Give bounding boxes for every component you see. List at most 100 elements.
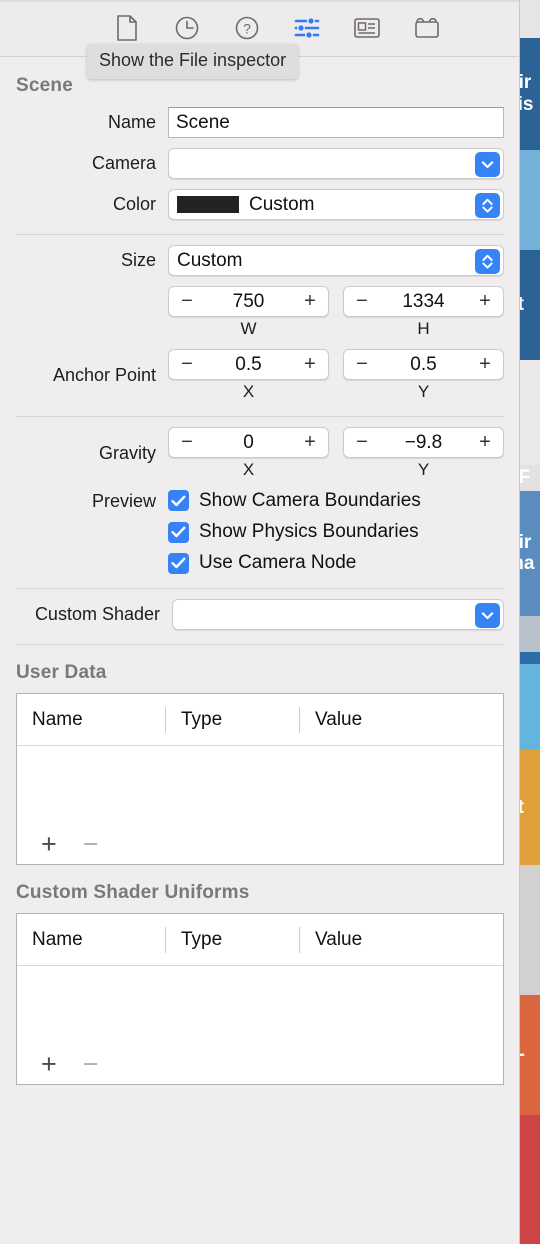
anchor-x-stepper[interactable]: − 0.5 + [168, 349, 329, 380]
decrement-button[interactable]: − [354, 290, 370, 313]
uniforms-table-body [17, 966, 503, 1044]
library-icon[interactable] [414, 15, 440, 41]
custom-shader-label: Custom Shader [34, 604, 160, 624]
anchor-y-stepper[interactable]: − 0.5 + [343, 349, 504, 380]
height-value[interactable]: 1334 [370, 291, 477, 313]
increment-button[interactable]: + [302, 290, 318, 313]
decrement-button[interactable]: − [354, 353, 370, 376]
name-row: Name Scene [16, 107, 504, 138]
identity-inspector-icon[interactable] [354, 15, 380, 41]
history-inspector-icon[interactable] [174, 15, 200, 41]
color-row: Color Custom [16, 189, 504, 220]
chevron-up-down-icon[interactable] [475, 249, 500, 274]
chevron-down-icon[interactable] [475, 603, 500, 628]
height-stepper[interactable]: − 1334 + [343, 286, 504, 317]
column-header-name[interactable]: Name [17, 927, 165, 953]
increment-button[interactable]: + [302, 353, 318, 376]
camera-label: Camera [91, 153, 156, 173]
gravity-y-value[interactable]: −9.8 [370, 432, 477, 454]
size-label: Size [120, 250, 156, 270]
width-stepper[interactable]: − 750 + [168, 286, 329, 317]
custom-shader-row: Custom Shader [16, 599, 504, 630]
checkbox-show-camera-boundaries[interactable] [168, 490, 189, 511]
gravity-x-group: − 0 + X [168, 427, 329, 480]
increment-button[interactable]: + [302, 431, 318, 454]
anchor-x-group: − 0.5 + X [168, 349, 329, 402]
gravity-y-group: − −9.8 + Y [343, 427, 504, 480]
gravity-x-value[interactable]: 0 [195, 432, 302, 454]
name-label: Name [107, 112, 156, 132]
size-fields-row: − 750 + W − 1334 + H [16, 286, 504, 339]
color-popup[interactable]: Custom [168, 189, 504, 220]
attributes-inspector-icon[interactable] [294, 15, 320, 41]
preview-label: Preview [91, 491, 156, 511]
anchor-point-row: Anchor Point − 0.5 + X − 0.5 + Y [16, 349, 504, 402]
gravity-label: Gravity [98, 443, 156, 463]
width-stepper-group: − 750 + W [168, 286, 329, 339]
checkbox-show-physics-boundaries[interactable] [168, 521, 189, 543]
name-input[interactable]: Scene [168, 107, 504, 138]
size-popup[interactable]: Custom [168, 245, 504, 276]
height-stepper-group: − 1334 + H [343, 286, 504, 339]
custom-shader-combobox[interactable] [172, 599, 504, 630]
panel-right-edge [519, 0, 520, 1244]
column-header-type[interactable]: Type [165, 926, 299, 953]
height-axis-label: H [417, 319, 430, 338]
increment-button[interactable]: + [477, 290, 493, 313]
size-value: Custom [177, 249, 243, 271]
preview-row-1: Preview Show Camera Boundaries [16, 489, 504, 512]
custom-shader-uniforms-title: Custom Shader Uniforms [16, 882, 250, 903]
anchor-y-group: − 0.5 + Y [343, 349, 504, 402]
anchor-x-axis-label: X [242, 382, 255, 401]
inspector-panel: ? Show the File inspector Scene Name Sce… [0, 0, 520, 1244]
color-swatch[interactable] [177, 196, 239, 213]
tooltip: Show the File inspector [87, 44, 299, 79]
anchor-y-axis-label: Y [417, 382, 430, 401]
user-data-title: User Data [16, 662, 107, 683]
add-user-data-button[interactable]: + [41, 830, 57, 858]
gravity-x-stepper[interactable]: − 0 + [168, 427, 329, 458]
column-header-value[interactable]: Value [299, 706, 503, 733]
column-header-name[interactable]: Name [17, 707, 165, 733]
checkbox-use-camera-node[interactable] [168, 552, 189, 574]
chevron-up-down-icon[interactable] [475, 193, 500, 218]
decrement-button[interactable]: − [179, 353, 195, 376]
gravity-row: Gravity − 0 + X − −9.8 + Y [16, 427, 504, 480]
chevron-down-icon[interactable] [475, 152, 500, 177]
size-row: Size Custom [16, 245, 504, 276]
width-value[interactable]: 750 [195, 291, 302, 313]
checkbox-label-use-camera-node[interactable]: Use Camera Node [199, 552, 356, 574]
preview-row-3: Use Camera Node [16, 552, 504, 574]
checkbox-label-show-camera-boundaries[interactable]: Show Camera Boundaries [199, 490, 421, 512]
remove-user-data-button[interactable]: − [83, 830, 99, 858]
uniforms-table-footer: + − [17, 1044, 503, 1084]
anchor-y-value[interactable]: 0.5 [370, 354, 477, 376]
checkbox-label-show-physics-boundaries[interactable]: Show Physics Boundaries [199, 521, 419, 543]
decrement-button[interactable]: − [179, 431, 195, 454]
divider [16, 416, 504, 417]
gravity-y-stepper[interactable]: − −9.8 + [343, 427, 504, 458]
help-inspector-icon[interactable]: ? [234, 15, 260, 41]
column-header-value[interactable]: Value [299, 926, 503, 953]
gravity-y-axis-label: Y [417, 460, 430, 479]
decrement-button[interactable]: − [354, 431, 370, 454]
preview-row-2: Show Physics Boundaries [16, 521, 504, 543]
gravity-x-axis-label: X [242, 460, 255, 479]
color-value: Custom [249, 193, 315, 215]
file-inspector-icon[interactable] [114, 15, 140, 41]
add-uniform-button[interactable]: + [41, 1050, 57, 1078]
decrement-button[interactable]: − [179, 290, 195, 313]
anchor-x-value[interactable]: 0.5 [195, 354, 302, 376]
custom-shader-uniforms-table: Name Type Value + − [16, 913, 504, 1085]
svg-text:?: ? [243, 21, 251, 37]
increment-button[interactable]: + [477, 353, 493, 376]
camera-row: Camera [16, 148, 504, 179]
width-axis-label: W [240, 319, 257, 338]
camera-combobox[interactable] [168, 148, 504, 179]
user-data-table-header: Name Type Value [17, 694, 503, 746]
remove-uniform-button[interactable]: − [83, 1050, 99, 1078]
column-header-type[interactable]: Type [165, 706, 299, 733]
divider [16, 644, 504, 645]
user-data-table: Name Type Value + − [16, 693, 504, 865]
increment-button[interactable]: + [477, 431, 493, 454]
